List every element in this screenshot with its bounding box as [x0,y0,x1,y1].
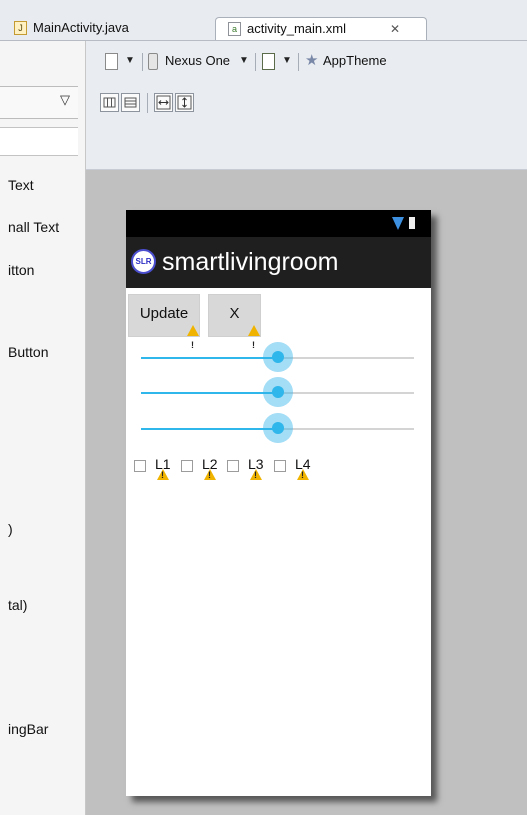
battery-icon [409,217,415,229]
update-button-label: Update [139,305,189,322]
editor-tab-bar: J MainActivity.java a activity_main.xml … [0,0,527,41]
checkbox-l2[interactable] [181,460,193,472]
palette-item-progressbar[interactable]: ) [8,521,13,537]
seekbar-thumb[interactable] [263,377,293,407]
checkbox-l4[interactable] [274,460,286,472]
seekbar-progress [141,392,278,394]
palette-item-button[interactable]: itton [8,262,34,278]
theme-star-icon: ★ [305,52,319,69]
palette-panel: ▽ Text nall Text itton Button ) tal) ing… [0,41,86,815]
warning-icon [204,469,216,480]
toolbar-separator [147,93,148,113]
fill-width-icon[interactable] [154,93,173,112]
fill-height-icon[interactable] [175,93,194,112]
palette-item-toggle-button[interactable]: Button [8,344,48,360]
close-x-button[interactable]: X [208,294,261,364]
app-logo-icon: SLR [131,249,156,274]
palette-category-dropdown[interactable]: ▽ [0,86,78,119]
status-bar [126,210,431,237]
rotate-screen-icon[interactable] [262,53,275,70]
palette-item-small-text[interactable]: nall Text [8,219,59,235]
toolbar-separator [298,53,299,71]
seekbar-thumb[interactable] [263,413,293,443]
seekbar-thumb[interactable] [263,342,293,372]
device-icon [148,53,158,70]
toolbar-separator [142,53,143,71]
update-button[interactable]: Update [128,294,200,364]
chevron-down-icon[interactable]: ▼ [282,55,292,66]
warning-icon [187,325,199,364]
warning-icon [297,469,309,480]
seekbar-progress [141,428,278,430]
palette-search-input[interactable] [0,127,78,156]
palette-item-rating-bar[interactable]: ingBar [8,721,48,737]
horizontal-layout-icon[interactable] [121,93,140,112]
warning-icon [250,469,262,480]
tab-activity-main-xml[interactable]: a activity_main.xml ✕ [215,17,427,40]
xml-file-icon: a [228,22,241,36]
toolbar-separator [255,53,256,71]
layout-canvas[interactable]: SLR smartlivingroom Update X L1 L2 L [86,170,527,815]
seekbar-2[interactable] [141,377,414,407]
checkbox-l3[interactable] [227,460,239,472]
warning-icon [157,469,169,480]
close-tab-icon[interactable]: ✕ [388,18,402,40]
chevron-down-icon[interactable]: ▼ [239,55,249,66]
theme-selector[interactable]: AppTheme [323,53,387,68]
device-selector[interactable]: Nexus One [165,53,230,68]
tab-label: MainActivity.java [33,20,129,35]
chevron-down-icon[interactable]: ▼ [125,55,135,66]
tab-label: activity_main.xml [247,21,346,36]
seekbar-1[interactable] [141,342,414,372]
app-title: smartlivingroom [162,248,339,276]
seekbar-progress [141,357,278,359]
vertical-layout-icon[interactable] [100,93,119,112]
checkbox-l1[interactable] [134,460,146,472]
close-x-button-label: X [229,305,240,322]
wifi-icon [392,217,404,230]
warning-icon [248,325,260,364]
layout-editor-toolbar: ▼ Nexus One ▼ ▼ ★ AppTheme [86,41,527,170]
chevron-down-icon: ▽ [60,92,70,107]
palette-item-large-text[interactable]: Text [8,177,34,193]
java-file-icon: J [14,21,27,35]
tab-main-activity[interactable]: J MainActivity.java [0,17,215,40]
config-file-icon[interactable] [105,53,118,70]
device-preview: SLR smartlivingroom Update X L1 L2 L [126,210,431,796]
seekbar-3[interactable] [141,413,414,443]
palette-item-progressbar-horizontal[interactable]: tal) [8,597,27,613]
